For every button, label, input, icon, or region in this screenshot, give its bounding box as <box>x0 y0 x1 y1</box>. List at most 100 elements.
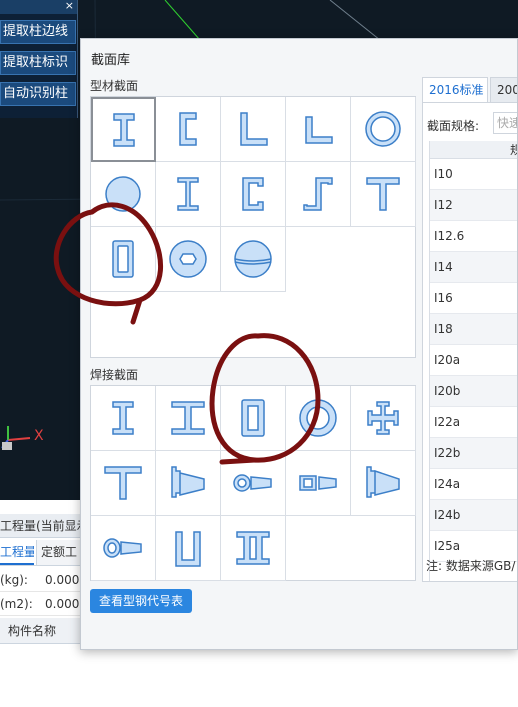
profile-cell-round-bar[interactable] <box>91 162 156 227</box>
channel-icon <box>179 112 197 146</box>
welded-cross-icon <box>367 401 399 435</box>
profile-cell-unequal-angle[interactable] <box>286 97 351 162</box>
panel-titlebar: × <box>0 0 77 14</box>
profile-cell-z-section[interactable] <box>286 162 351 227</box>
hex-bar-icon <box>169 240 207 278</box>
welded-cell-tapered-tube[interactable] <box>221 451 286 516</box>
welded-cell-h[interactable] <box>156 386 221 451</box>
spec-row[interactable]: I12.6 <box>430 221 517 252</box>
tapered-box-icon <box>299 475 337 491</box>
profile-cell-hex-bar[interactable] <box>156 227 221 292</box>
circular-tube-icon <box>365 111 401 147</box>
welded-cell-tube[interactable] <box>286 386 351 451</box>
auto-identify-column-button[interactable]: 自动识别柱 <box>0 82 76 106</box>
h-beam-icon <box>177 177 199 211</box>
profile-cell-h-beam[interactable] <box>156 162 221 227</box>
quantity-key: (m2): <box>0 597 33 611</box>
section-library-dialog: 截面库 型材截面 焊接截面 查看型钢代号表 2016标准 20 截面规格: 快 … <box>80 38 518 650</box>
spec-label: 截面规格: <box>427 119 480 133</box>
close-icon[interactable]: × <box>65 0 74 12</box>
data-source-note: 注: 数据来源GB/ <box>426 559 516 573</box>
spec-row[interactable]: I24b <box>430 500 517 531</box>
welded-cell-box[interactable] <box>221 386 286 451</box>
column-tool-panel: × 提取柱边线 提取柱标识 自动识别柱 <box>0 0 78 118</box>
welded-double-i-icon <box>236 531 270 565</box>
tab-quota[interactable]: 定额工 <box>36 540 80 565</box>
quantity-value: 0.000 <box>45 597 80 611</box>
i-beam-icon <box>112 112 135 147</box>
profile-section-label: 型材截面 <box>90 79 139 93</box>
spec-row[interactable]: I14 <box>430 252 517 283</box>
rect-tube-icon <box>112 240 134 278</box>
welded-t-icon <box>104 466 142 500</box>
welded-cell-i[interactable] <box>91 386 156 451</box>
quantity-panel: 工程量(当前显示 工程量 定额工 (kg): 0.000 (m2): 0.000… <box>0 510 80 707</box>
quantity-panel-header: 工程量(当前显示 <box>0 514 80 538</box>
welded-cell-tapered-box[interactable] <box>286 451 351 516</box>
profile-cell-equal-angle[interactable] <box>221 97 286 162</box>
welded-cell-cross[interactable] <box>351 386 416 451</box>
tab-quantity[interactable]: 工程量 <box>0 540 34 565</box>
welded-u-icon <box>175 531 201 567</box>
spec-row[interactable]: I22a <box>430 407 517 438</box>
tapered-i-icon <box>171 466 205 498</box>
welded-section-grid <box>90 385 416 581</box>
tab-2006-standard[interactable]: 2006 <box>490 77 517 102</box>
profile-cell-t-section[interactable] <box>351 162 416 227</box>
welded-section-label: 焊接截面 <box>90 368 139 382</box>
unequal-angle-icon <box>305 116 333 144</box>
spec-row[interactable]: I22b <box>430 438 517 469</box>
spec-table: 规 I10I12I12.6I14I16I18I20aI20bI22aI22bI2… <box>429 141 517 581</box>
profile-cell-i-beam[interactable] <box>91 97 156 162</box>
round-bar-icon <box>105 176 141 212</box>
welded-cell-tapered-pipe[interactable] <box>91 516 156 581</box>
view-steel-code-table-button[interactable]: 查看型钢代号表 <box>90 589 192 613</box>
tab-2016-standard[interactable]: 2016标准 <box>422 77 488 102</box>
welded-cell-tapered-i[interactable] <box>156 451 221 516</box>
spec-table-header: 规 <box>430 141 517 159</box>
extract-column-label-button[interactable]: 提取柱标识 <box>0 51 76 75</box>
welded-cell-u[interactable] <box>156 516 221 581</box>
standard-tabs: 2016标准 2006 <box>422 77 517 102</box>
axis-icon: X <box>1 426 44 450</box>
welded-i-icon <box>112 401 134 435</box>
profile-cell-rect-tube[interactable] <box>91 227 156 292</box>
quantity-key: (kg): <box>0 573 28 587</box>
quantity-tabs: 工程量 定额工 <box>0 540 80 566</box>
equal-angle-icon <box>240 112 268 146</box>
quantity-row: (kg): 0.000 <box>0 568 80 592</box>
sphere-icon <box>234 240 272 278</box>
welded-cell-t[interactable] <box>91 451 156 516</box>
z-section-icon <box>303 177 333 211</box>
axis-x-label: X <box>34 428 44 444</box>
component-name-header: 构件名称 <box>0 618 80 644</box>
profile-cell-sphere[interactable] <box>221 227 286 292</box>
welded-cell-tapered-h[interactable] <box>351 451 416 516</box>
tapered-tube-icon <box>233 474 272 492</box>
spec-panel: 截面规格: 快速 规 I10I12I12.6I14I16I18I20aI20bI… <box>422 102 517 582</box>
welded-box-icon <box>241 399 265 437</box>
extract-column-edge-button[interactable]: 提取柱边线 <box>0 20 76 44</box>
spec-search-input[interactable]: 快速 <box>493 112 517 134</box>
screen: × 提取柱边线 提取柱标识 自动识别柱 X 工程量(当前显示 工程量 定额工 (… <box>0 0 518 707</box>
welded-tube-icon <box>299 399 337 437</box>
c-section-icon <box>242 177 264 211</box>
welded-cell-double-i[interactable] <box>221 516 286 581</box>
tapered-h-icon <box>366 466 400 498</box>
spec-row[interactable]: I10 <box>430 159 517 190</box>
dialog-title: 截面库 <box>91 53 131 68</box>
profile-section-grid <box>90 96 416 358</box>
spec-row[interactable]: I20a <box>430 345 517 376</box>
spec-row[interactable]: I16 <box>430 283 517 314</box>
profile-cell-circular-tube[interactable] <box>351 97 416 162</box>
t-section-icon <box>366 177 400 211</box>
quantity-value: 0.000 <box>45 573 80 587</box>
spec-row[interactable]: I20b <box>430 376 517 407</box>
welded-h-icon <box>171 401 205 435</box>
profile-cell-c-section[interactable] <box>221 162 286 227</box>
profile-cell-channel[interactable] <box>156 97 221 162</box>
spec-row[interactable]: I12 <box>430 190 517 221</box>
spec-row[interactable]: I24a <box>430 469 517 500</box>
tapered-pipe-icon <box>103 538 142 558</box>
spec-row[interactable]: I18 <box>430 314 517 345</box>
